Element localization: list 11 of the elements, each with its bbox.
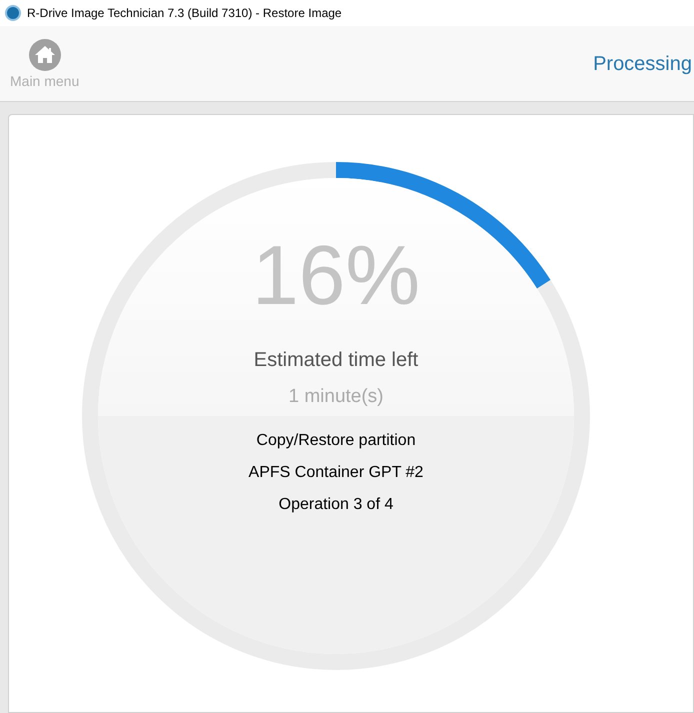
operation-detail: APFS Container GPT #2	[248, 463, 424, 483]
main-menu-button[interactable]: Main menu	[10, 39, 80, 92]
time-value: 1 minute(s)	[288, 384, 384, 408]
app-logo-icon	[5, 5, 21, 21]
home-icon	[28, 39, 61, 71]
operation-detail: Copy/Restore partition	[256, 431, 416, 451]
step-title: Processing	[593, 52, 692, 76]
time-label: Estimated time left	[254, 348, 418, 372]
window-title: R-Drive Image Technician 7.3 (Build 7310) - Restore Image	[27, 5, 342, 22]
percent-text: 16%	[252, 232, 420, 316]
operation-detail: Operation 3 of 4	[278, 495, 394, 515]
